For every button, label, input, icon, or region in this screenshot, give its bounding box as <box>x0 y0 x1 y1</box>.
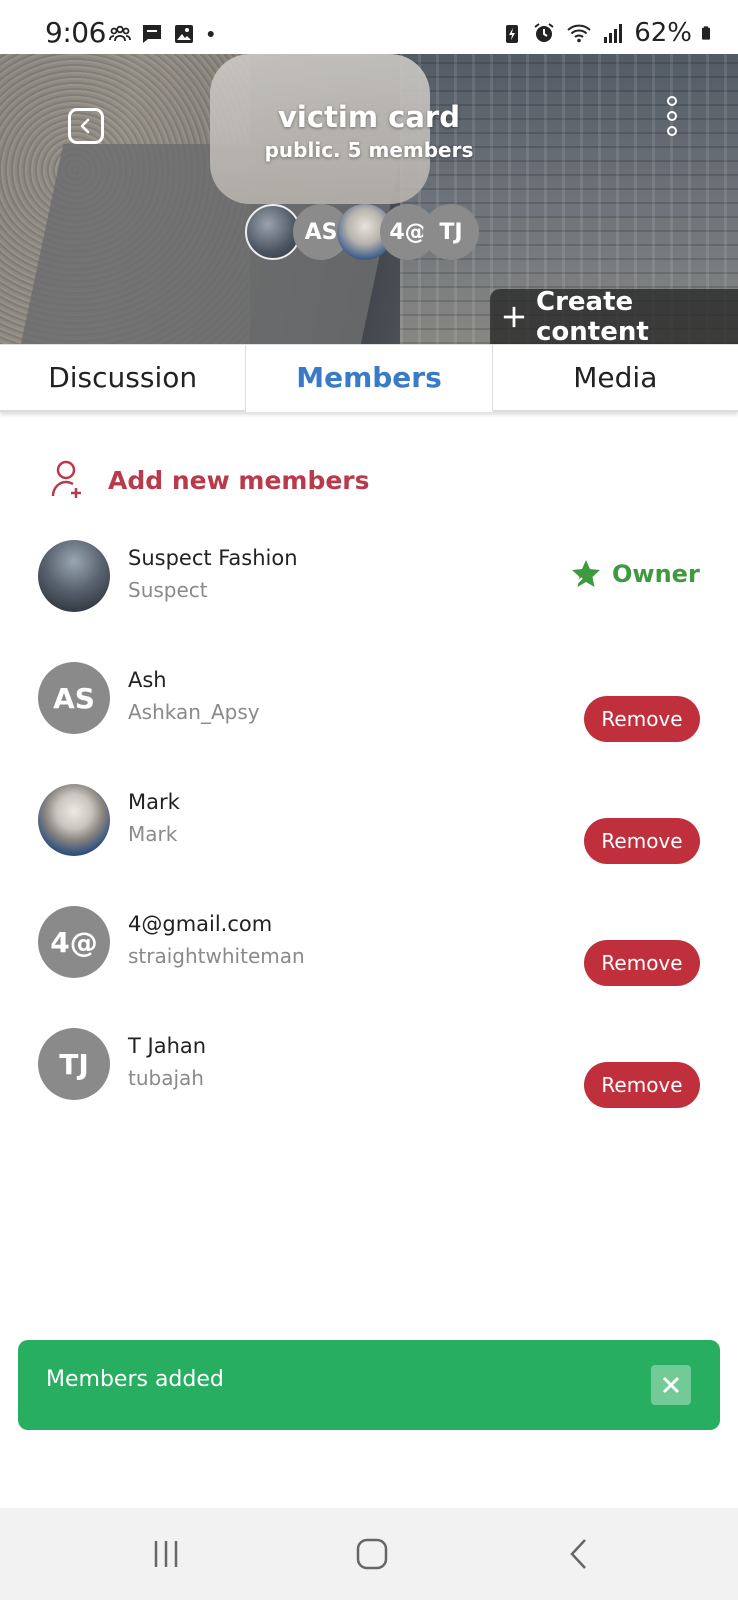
member-handle: Mark <box>128 822 178 846</box>
star-icon <box>572 560 600 587</box>
system-navigation-bar <box>0 1508 738 1600</box>
member-list: Suspect Fashion Suspect Owner AS Ash Ash… <box>0 536 738 1146</box>
message-icon <box>143 25 161 43</box>
member-name: Ash <box>128 668 167 692</box>
member-name: 4@gmail.com <box>128 912 273 936</box>
member-row[interactable]: AS Ash Ashkan_Apsy Remove <box>0 658 738 780</box>
create-content-label: Create content <box>535 286 649 345</box>
tab-members[interactable]: Members <box>246 345 493 412</box>
remove-member-button[interactable]: Remove <box>584 696 700 742</box>
dot-icon <box>207 31 214 37</box>
gallery-icon <box>175 25 193 43</box>
owner-label: Owner <box>612 560 700 588</box>
member-row[interactable]: 4@ 4@gmail.com straightwhiteman Remove <box>0 902 738 1024</box>
member-avatar <box>38 784 110 856</box>
owner-badge: Owner <box>570 558 700 590</box>
battery-percentage: 62% <box>634 18 692 48</box>
more-dot-icon <box>667 111 677 121</box>
status-notification-icons <box>108 22 222 46</box>
tab-media[interactable]: Media <box>492 345 738 412</box>
group-icon <box>109 25 131 42</box>
group-title: victim card <box>278 100 460 134</box>
alarm-icon <box>534 23 554 42</box>
battery-icon <box>702 26 710 40</box>
add-user-icon <box>51 460 81 498</box>
remove-member-button[interactable]: Remove <box>584 1062 700 1108</box>
stack-avatar-initials: TJ <box>423 204 479 260</box>
back-chevron-icon <box>570 1539 586 1569</box>
status-system-icons: 62% <box>500 18 716 48</box>
signal-icon <box>604 24 623 43</box>
home-button[interactable] <box>352 1534 392 1574</box>
add-new-members-label: Add new members <box>108 465 370 495</box>
close-icon <box>662 1376 680 1394</box>
member-handle: Suspect <box>128 578 208 602</box>
member-name: Mark <box>128 790 180 814</box>
battery-saver-icon <box>506 25 519 43</box>
more-options-button[interactable] <box>660 96 684 136</box>
recent-apps-button[interactable] <box>146 1534 186 1574</box>
member-handle: straightwhiteman <box>128 944 305 968</box>
add-new-members-button[interactable]: Add new members <box>50 460 370 500</box>
toast-close-button[interactable] <box>651 1365 691 1405</box>
member-row[interactable]: Suspect Fashion Suspect Owner <box>0 536 738 658</box>
system-back-button[interactable] <box>560 1534 600 1574</box>
member-avatar: 4@ <box>38 906 110 978</box>
member-avatar: TJ <box>38 1028 110 1100</box>
toast-message: Members added <box>46 1367 224 1392</box>
wifi-icon <box>567 24 591 43</box>
member-row[interactable]: Mark Mark Remove <box>0 780 738 902</box>
member-name: T Jahan <box>128 1034 207 1058</box>
more-dot-icon <box>667 96 677 106</box>
status-bar: 9:06 62% <box>0 0 738 54</box>
member-avatar <box>38 540 110 612</box>
status-time: 9:06 <box>45 16 106 49</box>
group-tabs: Discussion Members Media <box>0 344 738 412</box>
member-name: Suspect Fashion <box>128 546 298 570</box>
home-icon <box>356 1538 388 1570</box>
member-avatar: AS <box>38 662 110 734</box>
recent-apps-icon <box>154 1541 178 1567</box>
group-subtitle: public. 5 members <box>264 138 474 162</box>
plus-icon <box>503 306 525 327</box>
remove-member-button[interactable]: Remove <box>584 818 700 864</box>
tab-discussion[interactable]: Discussion <box>0 345 247 412</box>
create-content-button[interactable]: Create content <box>490 286 738 345</box>
group-header: victim card public. 5 members AS 4@ TJ C… <box>0 54 738 344</box>
member-handle: tubajah <box>128 1066 204 1090</box>
member-handle: Ashkan_Apsy <box>128 700 260 724</box>
more-dot-icon <box>667 126 677 136</box>
remove-member-button[interactable]: Remove <box>584 940 700 986</box>
member-row[interactable]: TJ T Jahan tubajah Remove <box>0 1024 738 1146</box>
success-toast: Members added <box>18 1340 720 1430</box>
